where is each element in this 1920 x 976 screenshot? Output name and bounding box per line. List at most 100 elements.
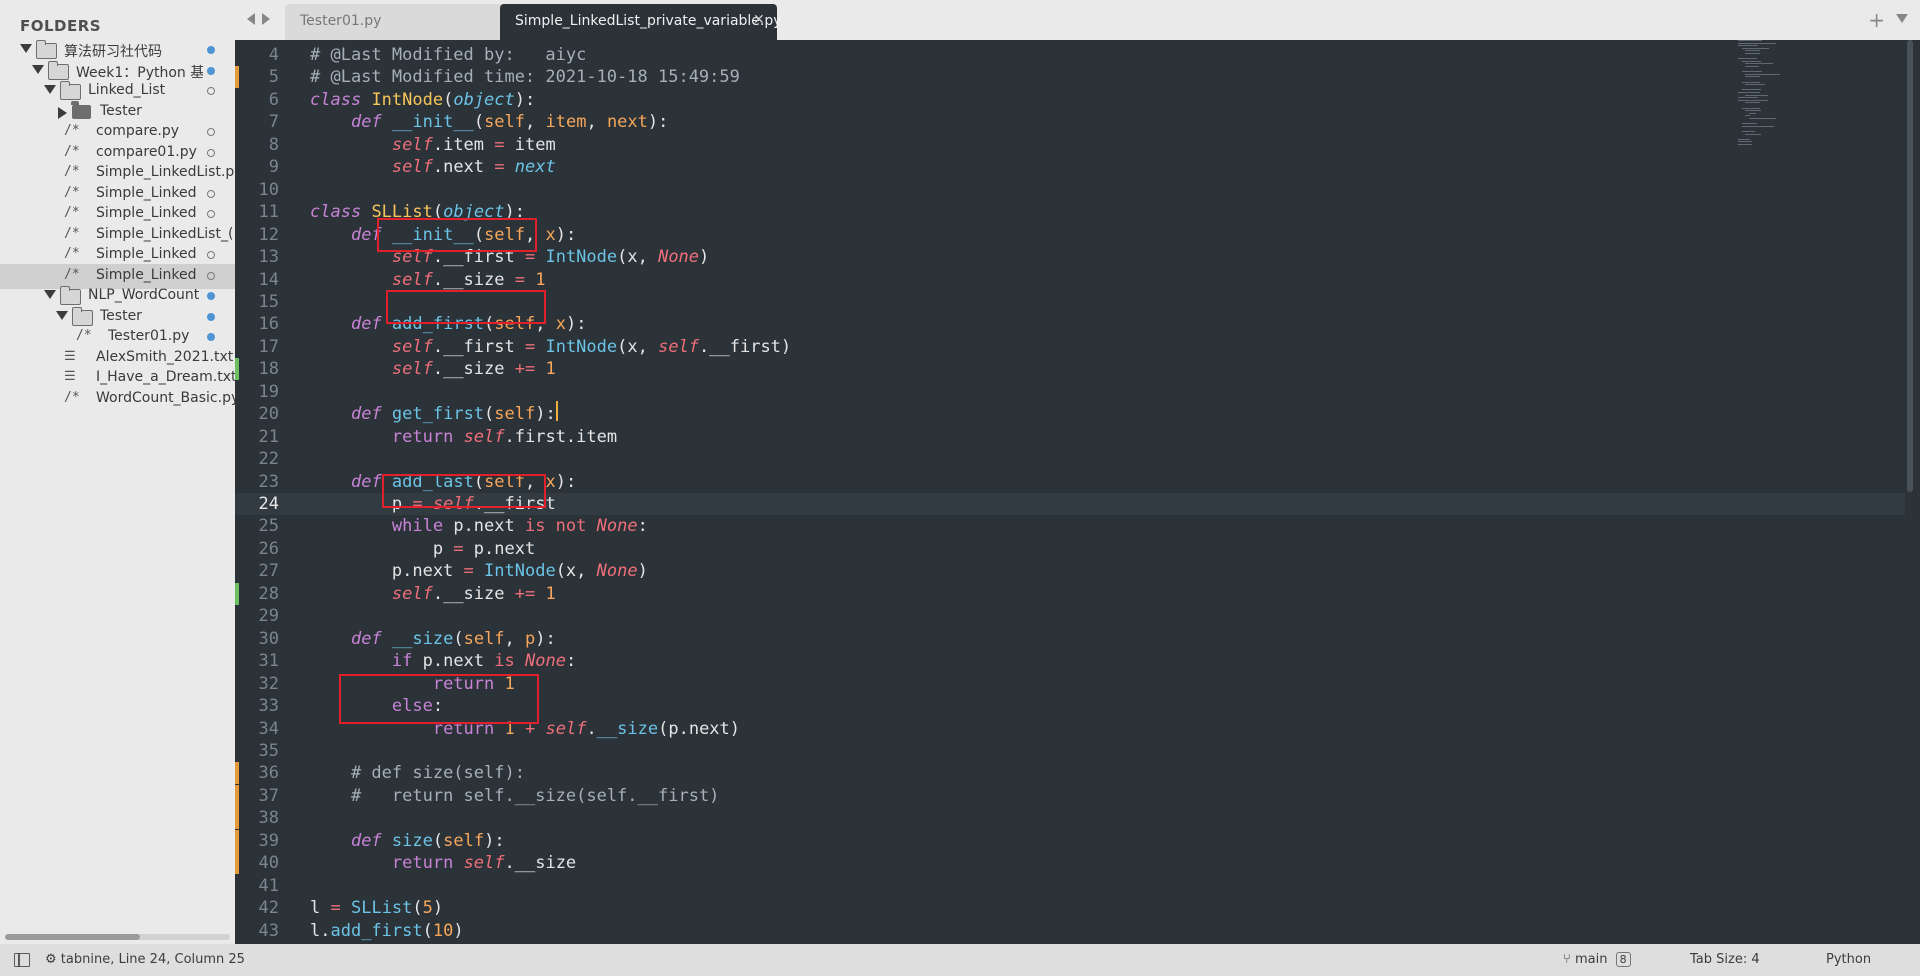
code-text: self.__size += 1 <box>310 359 556 379</box>
code-token: (x, <box>617 247 659 268</box>
code-token: __init__ <box>391 112 474 133</box>
tab-label: Simple_LinkedList_private_variable.py <box>515 13 782 29</box>
chevron-down-icon[interactable] <box>56 310 68 320</box>
code-line[interactable]: 5 # @Last Modified time: 2021-10-18 15:49… <box>235 66 1905 88</box>
code-line[interactable]: 37 # return self.__size(self.__first) <box>235 785 1905 807</box>
code-token: 10 <box>432 920 454 941</box>
close-icon[interactable]: ✕ <box>753 12 765 28</box>
highlight-box-size-add-last <box>382 474 546 508</box>
tab-list-dropdown-icon[interactable] <box>1896 14 1908 23</box>
line-number: 42 <box>258 898 279 919</box>
minimap-line <box>1741 107 1760 109</box>
toggle-sidebar-icon[interactable] <box>14 953 30 967</box>
code-line[interactable]: 4 # @Last Modified by: aiyc <box>235 44 1905 66</box>
code-line[interactable]: 29 <box>235 605 1905 627</box>
code-line[interactable]: 27 p.next = IntNode(x, None) <box>235 560 1905 582</box>
code-line[interactable]: 18 self.__size += 1 <box>235 358 1905 380</box>
code-line[interactable]: 30 def __size(self, p): <box>235 628 1905 650</box>
code-line[interactable]: 35 <box>235 740 1905 762</box>
code-line[interactable]: 14 self.__size = 1 <box>235 269 1905 291</box>
git-branch-status[interactable]: ⑂ main 8 <box>1563 952 1631 967</box>
code-line[interactable]: 22 <box>235 448 1905 470</box>
code-line[interactable]: 26 p = p.next <box>235 538 1905 560</box>
line-number: 27 <box>258 561 279 582</box>
line-number: 33 <box>258 696 279 717</box>
chevron-down-icon[interactable] <box>20 44 32 53</box>
nav-back-icon[interactable] <box>247 13 255 25</box>
line-number: 16 <box>258 314 279 335</box>
minimap[interactable] <box>1738 40 1828 160</box>
code-token: .item <box>432 134 495 155</box>
code-token: ( <box>473 112 485 133</box>
code-line[interactable]: 43 l.add_first(10) <box>235 920 1905 942</box>
code-line[interactable]: 8 self.item = item <box>235 134 1905 156</box>
code-token: .next <box>432 157 495 178</box>
code-editor[interactable]: 4 # @Last Modified by: aiyc 5 # @Last Modif… <box>235 40 1920 944</box>
line-number: 12 <box>258 224 279 245</box>
chevron-down-icon[interactable] <box>44 85 56 94</box>
code-line[interactable]: 40 return self.__size <box>235 852 1905 874</box>
code-line[interactable]: 28 self.__size += 1 <box>235 583 1905 605</box>
code-line[interactable]: 38 <box>235 807 1905 829</box>
text-file-icon: ☰ <box>64 369 76 384</box>
code-token: None <box>658 247 700 268</box>
sidebar-scroll-thumb[interactable] <box>5 934 140 940</box>
nav-forward-icon[interactable] <box>262 13 270 25</box>
line-number: 38 <box>258 808 279 829</box>
line-number: 25 <box>258 516 279 537</box>
minimap-line <box>1738 99 1768 101</box>
code-line[interactable]: 17 self.__first = IntNode(x, self.__firs… <box>235 336 1905 358</box>
code-line[interactable]: 6 class IntNode(object): <box>235 89 1905 111</box>
new-tab-icon[interactable]: + <box>1868 8 1885 32</box>
tree-item-label: AlexSmith_2021.txt <box>96 348 234 365</box>
code-line[interactable]: 42 l = SLList(5) <box>235 897 1905 919</box>
code-line[interactable]: 20 def get_first(self): <box>235 403 1905 425</box>
chevron-down-icon[interactable] <box>44 290 56 299</box>
chevron-right-icon[interactable] <box>58 106 67 119</box>
code-token: is <box>494 651 515 672</box>
tree-item-label: Simple_Linked <box>96 246 197 262</box>
code-line[interactable]: 7 def __init__(self, item, next): <box>235 111 1905 133</box>
code-line[interactable]: 39 def size(self): <box>235 830 1905 852</box>
syntax-status[interactable]: Python <box>1826 952 1871 967</box>
text-cursor <box>556 401 558 421</box>
code-token: ( <box>453 628 464 649</box>
code-line[interactable]: 21 return self.first.item <box>235 426 1905 448</box>
code-token: = <box>453 538 464 559</box>
tab-tester01[interactable]: Tester01.py ✕ <box>285 4 530 40</box>
code-line[interactable]: 36 # def size(self): <box>235 762 1905 784</box>
line-number: 15 <box>258 291 279 312</box>
code-line[interactable]: 41 <box>235 875 1905 897</box>
tab-simple-linkedlist-private-variable[interactable]: Simple_LinkedList_private_variable.py ✕ <box>500 4 782 40</box>
code-token: ( <box>412 898 423 919</box>
git-branch-icon: ⑂ <box>1563 952 1571 967</box>
sidebar-file[interactable]: /* WordCount_Basic.py <box>0 387 235 412</box>
code-text: p = p.next <box>310 539 535 559</box>
code-line[interactable]: 10 <box>235 179 1905 201</box>
tree-item-label: Tester <box>100 102 142 119</box>
code-line[interactable]: 31 if p.next is None: <box>235 650 1905 672</box>
tree-item-label: I_Have_a_Dream.txt <box>96 369 235 385</box>
editor-vertical-scrollbar[interactable] <box>1906 40 1914 944</box>
code-token: , <box>504 628 526 649</box>
folder-icon <box>48 60 69 80</box>
code-line[interactable]: 19 <box>235 381 1905 403</box>
code-line[interactable]: 25 while p.next is not None: <box>235 515 1905 537</box>
chevron-down-icon[interactable] <box>32 64 44 74</box>
code-token: 5 <box>422 898 433 919</box>
code-line[interactable]: 9 self.next = next <box>235 156 1905 178</box>
code-token: .first.item <box>504 426 618 447</box>
line-number: 41 <box>258 875 279 896</box>
code-token: ( <box>484 404 495 425</box>
editor-scroll-thumb[interactable] <box>1907 40 1913 492</box>
tab-size-status[interactable]: Tab Size: 4 <box>1690 952 1760 967</box>
sidebar-horizontal-scrollbar[interactable] <box>5 934 230 940</box>
